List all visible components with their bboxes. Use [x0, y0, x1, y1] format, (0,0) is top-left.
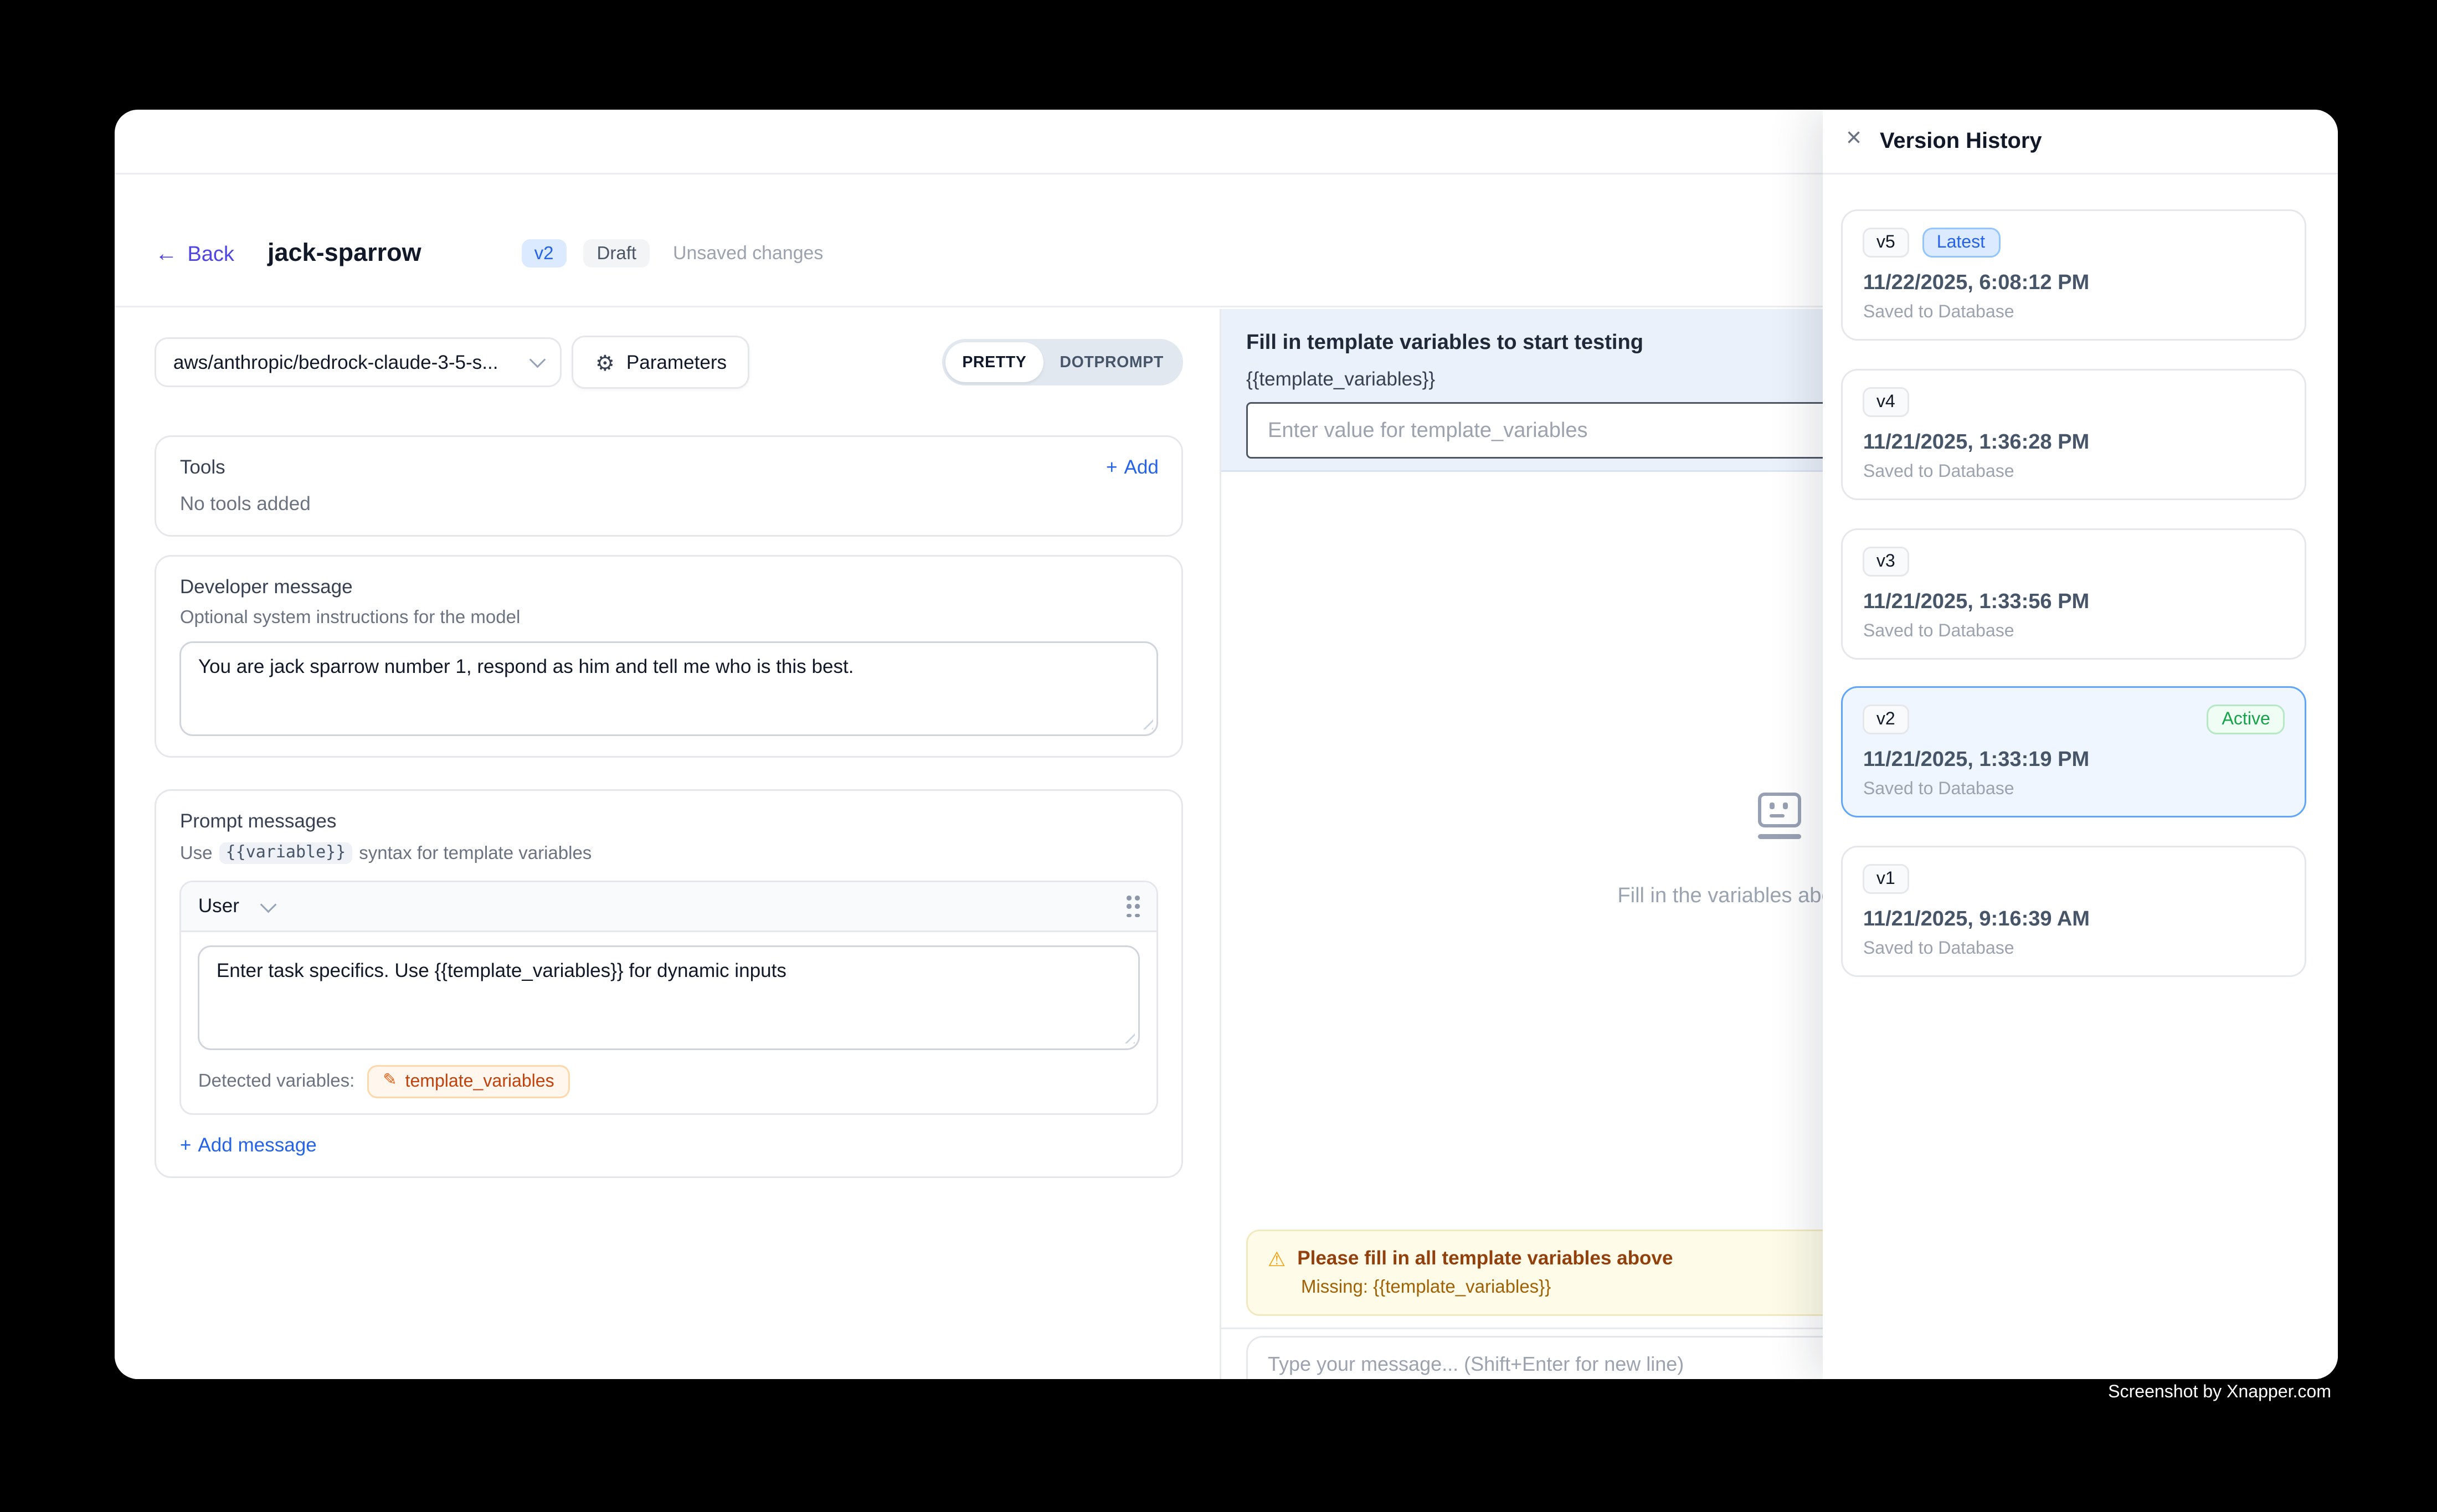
version-history-title: Version History [1880, 128, 2042, 153]
version-history-header: × Version History [1823, 109, 2338, 175]
chevron-down-icon [260, 896, 277, 913]
add-tool-label: Add [1124, 457, 1159, 479]
version-timestamp: 11/21/2025, 1:33:19 PM [1863, 748, 2285, 772]
chevron-down-icon [529, 352, 546, 368]
variable-syntax-chip: {{variable}} [219, 843, 353, 865]
version-number-badge: v2 [1863, 705, 1909, 735]
close-icon[interactable]: × [1846, 127, 1862, 153]
bot-icon [1758, 793, 1801, 828]
drag-handle-icon[interactable] [1126, 896, 1140, 918]
version-entry-v2-active[interactable]: v2 Active 11/21/2025, 1:33:19 PM Saved t… [1842, 687, 2307, 818]
tools-empty-text: No tools added [180, 494, 1159, 516]
active-badge: Active [2207, 705, 2285, 735]
user-message-textarea[interactable]: Enter task specifics. Use {{template_var… [198, 946, 1140, 1051]
unsaved-changes-text: Unsaved changes [673, 244, 823, 264]
role-select[interactable]: User [198, 896, 274, 918]
title-badges: v2 Draft Unsaved changes [521, 240, 824, 268]
role-select-value: User [198, 896, 239, 918]
screenshot-stage: ← Back jack-sparrow v2 Draft Unsaved cha… [0, 0, 2437, 1512]
model-row: aws/anthropic/bedrock-claude-3-5-s... ⚙ … [155, 336, 1184, 389]
prompt-messages-title: Prompt messages [180, 811, 1159, 833]
app-window: ← Back jack-sparrow v2 Draft Unsaved cha… [114, 109, 2338, 1379]
version-badge: v2 [521, 240, 567, 268]
version-source: Saved to Database [1863, 939, 2285, 959]
version-entry-v5[interactable]: v5 Latest 11/22/2025, 6:08:12 PM Saved t… [1842, 210, 2307, 341]
latest-badge: Latest [1922, 228, 2000, 258]
gear-icon: ⚙ [595, 352, 615, 373]
version-entry-v3[interactable]: v3 11/21/2025, 1:33:56 PM Saved to Datab… [1842, 528, 2307, 659]
version-number-badge: v4 [1863, 387, 1909, 417]
version-number-badge: v3 [1863, 546, 1909, 576]
subtitle-suffix: syntax for template variables [359, 844, 592, 863]
version-source: Saved to Database [1863, 303, 2285, 323]
back-arrow-icon: ← [155, 243, 178, 265]
subtitle-prefix: Use [180, 844, 213, 863]
watermark-text: Screenshot by Xnapper.com [2108, 1382, 2331, 1402]
pencil-icon: ✎ [383, 1074, 397, 1091]
developer-message-subtitle: Optional system instructions for the mod… [180, 609, 1159, 629]
model-select[interactable]: aws/anthropic/bedrock-claude-3-5-s... [155, 338, 562, 388]
back-label: Back [187, 242, 234, 265]
version-source: Saved to Database [1863, 462, 2285, 482]
developer-message-title: Developer message [180, 577, 1159, 599]
version-source: Saved to Database [1863, 621, 2285, 641]
format-toggle: PRETTY DOTPROMPT [942, 340, 1184, 386]
version-history-list: v5 Latest 11/22/2025, 6:08:12 PM Saved t… [1823, 175, 2338, 977]
add-message-button[interactable]: + Add message [180, 1135, 1159, 1157]
message-block: User Enter task specifics. Use {{templat… [180, 881, 1159, 1115]
developer-message-textarea[interactable]: You are jack sparrow number 1, respond a… [180, 642, 1159, 737]
version-timestamp: 11/22/2025, 6:08:12 PM [1863, 271, 2285, 295]
model-select-value: aws/anthropic/bedrock-claude-3-5-s... [173, 352, 498, 373]
version-number-badge: v5 [1863, 228, 1909, 258]
draft-badge: Draft [584, 240, 650, 268]
plus-icon: + [180, 1135, 191, 1157]
version-timestamp: 11/21/2025, 1:36:28 PM [1863, 430, 2285, 454]
version-entry-v4[interactable]: v4 11/21/2025, 1:36:28 PM Saved to Datab… [1842, 369, 2307, 500]
warning-icon: ⚠ [1268, 1249, 1286, 1269]
detected-variables-label: Detected variables: [198, 1072, 355, 1092]
detected-variables-row: Detected variables: ✎ template_variables [198, 1066, 1140, 1099]
add-tool-button[interactable]: + Add [1106, 457, 1159, 479]
page-title: jack-sparrow [268, 240, 421, 268]
version-timestamp: 11/21/2025, 1:33:56 PM [1863, 589, 2285, 613]
toggle-pretty[interactable]: PRETTY [945, 343, 1043, 383]
add-message-label: Add message [198, 1135, 316, 1157]
template-variable-chip[interactable]: ✎ template_variables [368, 1066, 569, 1099]
message-header: User [182, 883, 1157, 933]
version-number-badge: v1 [1863, 864, 1909, 894]
prompt-messages-subtitle: Use {{variable}} syntax for template var… [180, 843, 1159, 865]
plus-icon: + [1106, 457, 1117, 479]
developer-message-card: Developer message Optional system instru… [155, 556, 1184, 758]
prompt-messages-card: Prompt messages Use {{variable}} syntax … [155, 790, 1184, 1179]
version-source: Saved to Database [1863, 780, 2285, 800]
message-body: Enter task specifics. Use {{template_var… [182, 933, 1157, 1114]
version-entry-v1[interactable]: v1 11/21/2025, 9:16:39 AM Saved to Datab… [1842, 846, 2307, 977]
template-variable-name: template_variables [405, 1072, 554, 1092]
parameters-button[interactable]: ⚙ Parameters [572, 336, 750, 389]
tools-title: Tools [180, 457, 225, 479]
warning-title: Please fill in all template variables ab… [1297, 1248, 1673, 1270]
prompt-editor-column: aws/anthropic/bedrock-claude-3-5-s... ⚙ … [114, 310, 1221, 1379]
back-button[interactable]: ← Back [155, 242, 234, 265]
version-timestamp: 11/21/2025, 9:16:39 AM [1863, 907, 2285, 930]
toggle-dotprompt[interactable]: DOTPROMPT [1043, 343, 1180, 383]
version-history-panel: × Version History v5 Latest 11/22/2025, … [1823, 109, 2338, 1379]
tools-card: Tools + Add No tools added [155, 436, 1184, 537]
parameters-label: Parameters [626, 352, 727, 373]
